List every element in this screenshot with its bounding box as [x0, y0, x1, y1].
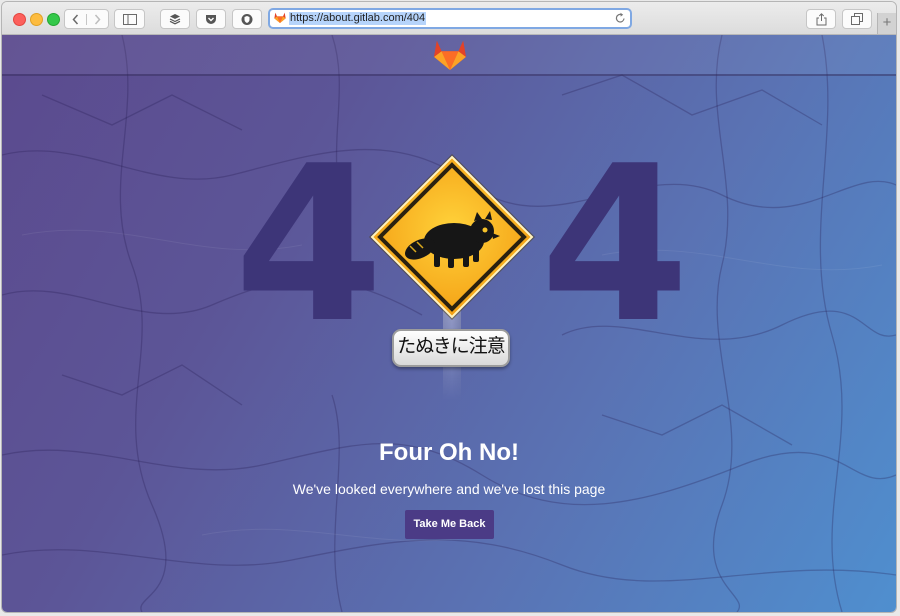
- sign-caption-plate: たぬきに注意: [392, 329, 510, 367]
- address-bar[interactable]: https://about.gitlab.com/404: [268, 8, 632, 29]
- chevron-right-icon: [94, 14, 101, 24]
- minimize-window-button[interactable]: [30, 13, 43, 26]
- take-me-back-button[interactable]: Take Me Back: [405, 510, 494, 539]
- gitlab-tanuki-icon[interactable]: [433, 39, 467, 70]
- tabs-icon: [851, 13, 863, 25]
- pocket-icon: [206, 14, 216, 24]
- privacy-extension-button[interactable]: [232, 9, 262, 29]
- share-icon: [816, 12, 826, 25]
- layers-icon: [169, 14, 181, 25]
- reload-icon[interactable]: [615, 12, 626, 24]
- error-headline: Four Oh No!: [379, 439, 519, 466]
- close-window-button[interactable]: [13, 13, 26, 26]
- new-tab-button[interactable]: +: [877, 13, 896, 34]
- pocket-button[interactable]: [196, 9, 226, 29]
- shield-icon: [241, 13, 253, 25]
- browser-toolbar: https://about.gitlab.com/404 +: [2, 2, 896, 35]
- sidebar-button[interactable]: [114, 9, 145, 29]
- layers-extension-button[interactable]: [160, 9, 190, 29]
- share-button[interactable]: [806, 9, 836, 29]
- error-message: We've looked everywhere and we've lost t…: [292, 481, 606, 497]
- gitlab-favicon-icon: [274, 12, 286, 23]
- forward-button[interactable]: [86, 13, 108, 25]
- maximize-window-button[interactable]: [47, 13, 60, 26]
- sidebar-icon: [122, 13, 137, 25]
- show-tabs-button[interactable]: [842, 9, 872, 29]
- page-content: 4 4 たぬきに注意 Four Oh No! We've looked ever…: [2, 35, 896, 612]
- browser-window: https://about.gitlab.com/404 + 4 4 たぬきに注…: [2, 2, 896, 612]
- site-header: [2, 35, 896, 76]
- back-button[interactable]: [65, 14, 86, 25]
- navigation-buttons: [64, 9, 109, 29]
- error-digit-right: 4: [540, 119, 690, 370]
- chevron-left-icon: [72, 14, 79, 24]
- url-text[interactable]: https://about.gitlab.com/404: [289, 12, 427, 25]
